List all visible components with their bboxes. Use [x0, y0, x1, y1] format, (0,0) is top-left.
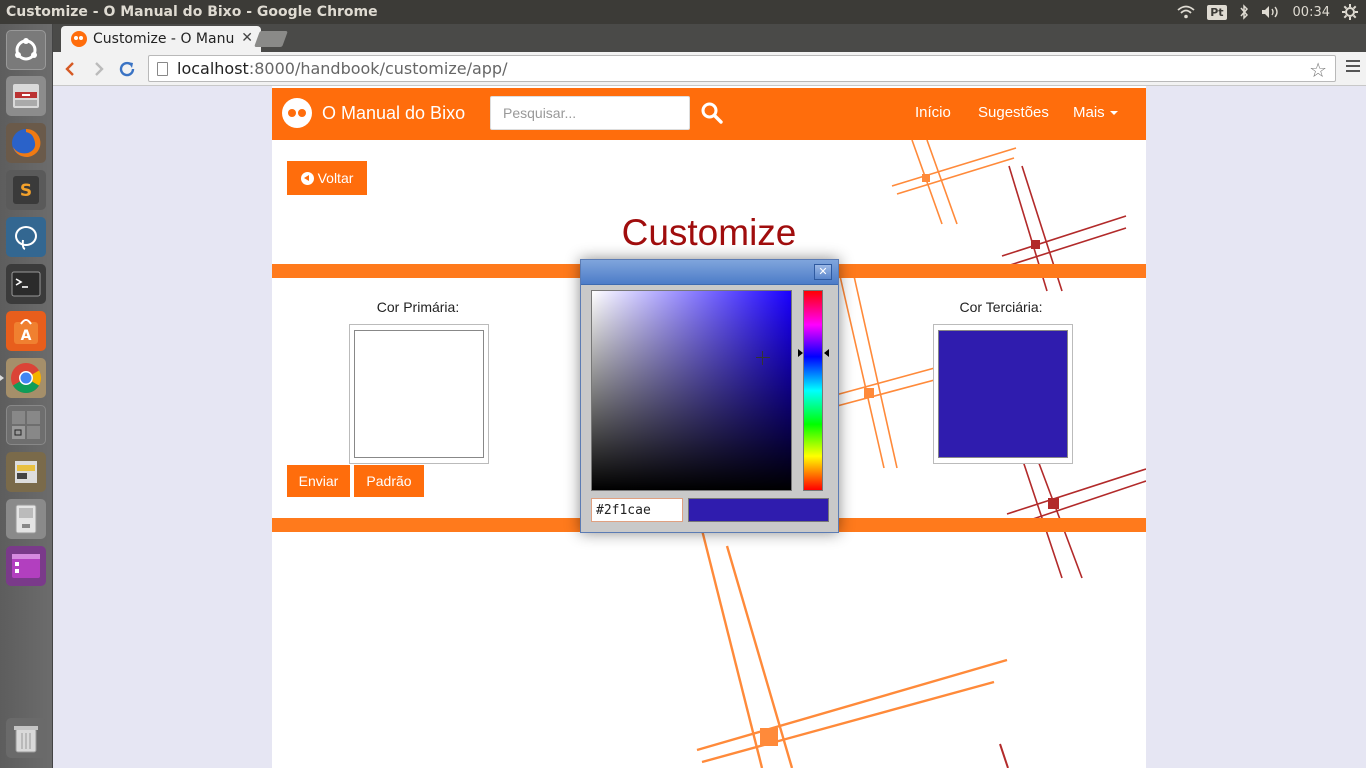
settings-gear-icon[interactable] [1342, 4, 1358, 20]
site-navbar: O Manual do Bixo Início Sugestões Mais [272, 88, 1146, 140]
url-host: localhost [177, 59, 249, 78]
arrow-circle-left-icon [300, 171, 314, 185]
tertiary-color-field[interactable] [933, 324, 1073, 464]
site-favicon-icon [71, 31, 87, 47]
search-icon[interactable] [700, 101, 724, 125]
nav-link-inicio[interactable]: Início [915, 104, 951, 121]
app-launcher-icon[interactable] [6, 546, 46, 586]
tertiary-color-swatch[interactable] [938, 330, 1068, 458]
page-icon [157, 62, 168, 76]
hue-slider[interactable] [803, 290, 823, 491]
volume-icon[interactable] [1261, 5, 1281, 19]
terminal-icon[interactable] [6, 264, 46, 304]
bluetooth-icon[interactable] [1239, 4, 1249, 20]
bookmark-star-icon[interactable]: ☆ [1309, 58, 1327, 82]
top-panel: Customize - O Manual do Bixo - Google Ch… [0, 0, 1366, 24]
launcher: S A [0, 24, 53, 768]
search-input[interactable] [490, 96, 690, 130]
picker-titlebar[interactable]: ✕ [581, 260, 838, 285]
workspace-switcher-icon[interactable] [6, 405, 46, 445]
hue-marker-right-icon[interactable] [824, 349, 829, 357]
tab-close-icon[interactable]: ✕ [241, 30, 253, 46]
firefox-icon[interactable] [6, 123, 46, 163]
file-manager-icon[interactable] [6, 76, 46, 116]
primary-color-field[interactable] [349, 324, 489, 464]
drive-icon[interactable] [6, 499, 46, 539]
keyboard-layout-indicator[interactable]: Pt [1207, 4, 1227, 20]
default-colors-button[interactable]: Padrão [354, 465, 424, 497]
primary-color-label: Cor Primária: [376, 299, 460, 315]
software-center-icon[interactable]: A [6, 311, 46, 351]
caret-down-icon [1109, 111, 1118, 116]
picker-close-icon[interactable]: ✕ [814, 264, 832, 280]
svg-text:A: A [21, 328, 32, 344]
nav-link-sugestoes[interactable]: Sugestões [978, 104, 1049, 121]
tab-title: Customize - O Manu [93, 31, 235, 47]
nav-dropdown-mais[interactable]: Mais [1073, 104, 1118, 121]
tertiary-color-label: Cor Terciária: [959, 299, 1043, 315]
hex-color-input[interactable] [591, 498, 683, 522]
running-indicator [0, 375, 4, 381]
sublime-text-icon[interactable]: S [6, 170, 46, 210]
back-button[interactable]: Voltar [287, 161, 367, 195]
reload-icon[interactable] [115, 57, 139, 81]
tab-strip: Customize - O Manu ✕ [53, 24, 1366, 52]
chrome-icon[interactable] [6, 358, 46, 398]
clock[interactable]: 00:34 [1293, 5, 1330, 20]
color-preview [688, 498, 829, 522]
window-title: Customize - O Manual do Bixo - Google Ch… [6, 4, 378, 20]
brand-logo-icon[interactable] [282, 98, 312, 128]
svg-text:S: S [20, 181, 32, 201]
wifi-icon[interactable] [1177, 5, 1195, 19]
saturation-value-area[interactable] [591, 290, 792, 491]
nav-link-mais: Mais [1073, 104, 1105, 121]
system-tray: Pt 00:34 [1177, 0, 1366, 24]
postgresql-icon[interactable] [6, 217, 46, 257]
back-nav-icon[interactable] [58, 57, 82, 81]
primary-color-swatch[interactable] [354, 330, 484, 458]
crosshair-cursor-icon[interactable] [756, 351, 770, 365]
submit-button[interactable]: Enviar [287, 465, 350, 497]
url-path: :8000/handbook/customize/app/ [248, 59, 508, 78]
dash-home-icon[interactable] [6, 30, 46, 70]
dialog-app-icon[interactable] [6, 452, 46, 492]
trash-icon[interactable] [6, 718, 46, 758]
address-bar[interactable]: localhost:8000/handbook/customize/app/ ☆ [148, 55, 1336, 82]
chrome-menu-icon[interactable] [1346, 60, 1360, 76]
page-title: Customize [621, 212, 797, 253]
browser-tab[interactable]: Customize - O Manu ✕ [61, 26, 261, 52]
browser-toolbar: localhost:8000/handbook/customize/app/ ☆ [53, 52, 1366, 86]
new-tab-button[interactable] [254, 31, 288, 47]
color-picker-dialog: ✕ [580, 259, 839, 533]
forward-nav-icon[interactable] [87, 57, 111, 81]
brand-name[interactable]: O Manual do Bixo [322, 103, 465, 124]
back-button-label: Voltar [317, 170, 354, 186]
